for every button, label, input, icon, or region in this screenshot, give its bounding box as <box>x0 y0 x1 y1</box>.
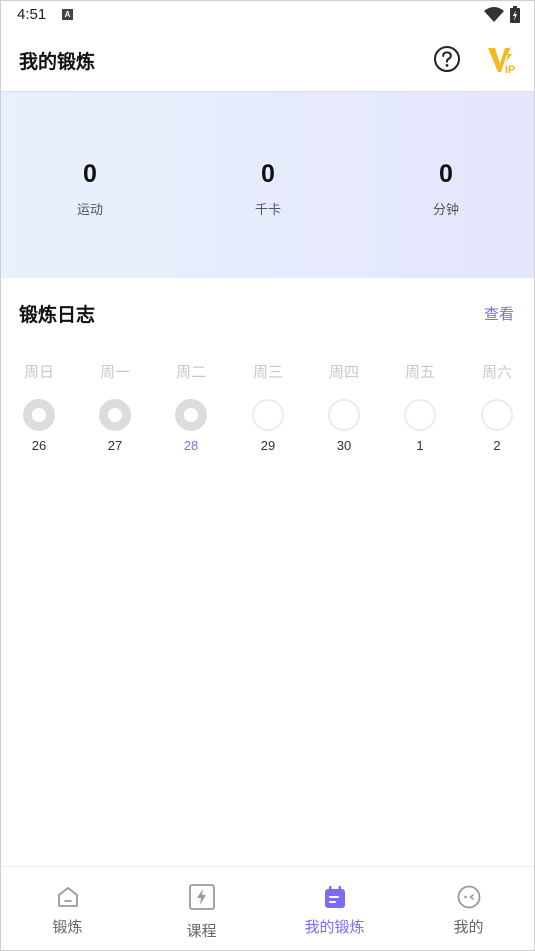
vip-badge-icon: IP <box>488 46 515 76</box>
nav-my-workout[interactable]: 我的锻炼 <box>268 867 401 950</box>
day-name: 周六 <box>481 363 512 381</box>
day-date: 29 <box>260 438 276 453</box>
app-screen: 4:51 A 我的锻炼 IP 0 运动 0 千卡 0 分钟 锻炼日志 查看 周日… <box>0 0 535 951</box>
day-status-empty <box>328 399 360 431</box>
log-title: 锻炼日志 <box>19 304 96 326</box>
day-status-done <box>99 399 131 431</box>
nav-label: 课程 <box>186 922 217 940</box>
stat-workouts: 0 运动 <box>30 160 150 218</box>
nav-label: 锻炼 <box>52 918 83 936</box>
status-bar: 4:51 A <box>1 1 534 29</box>
question-circle-icon <box>434 46 460 72</box>
wifi-icon <box>484 7 504 22</box>
day-status-empty <box>404 399 436 431</box>
stat-minutes: 0 分钟 <box>386 160 506 218</box>
day-monday[interactable]: 周一 27 <box>85 361 145 453</box>
day-status-empty <box>252 399 284 431</box>
battery-icon <box>510 6 520 23</box>
day-date-today: 28 <box>183 438 199 453</box>
day-status-empty <box>481 399 513 431</box>
stat-value: 0 <box>83 160 97 188</box>
day-date: 27 <box>107 438 123 453</box>
nav-label: 我的锻炼 <box>304 918 365 936</box>
day-friday[interactable]: 周五 1 <box>390 361 450 453</box>
day-date: 1 <box>416 438 424 453</box>
stat-value: 0 <box>439 160 453 188</box>
nav-courses[interactable]: 课程 <box>135 867 268 950</box>
vip-button[interactable]: IP <box>487 44 521 76</box>
svg-text:IP: IP <box>505 64 515 76</box>
stat-label: 千卡 <box>254 203 281 218</box>
lightning-icon <box>188 884 215 910</box>
stat-label: 运动 <box>76 203 103 218</box>
nav-profile[interactable]: 我的 <box>402 867 534 950</box>
day-thursday[interactable]: 周四 30 <box>314 361 374 453</box>
stat-label: 分钟 <box>432 203 459 218</box>
view-log-link[interactable]: 查看 <box>484 303 514 324</box>
summary-panel: 0 运动 0 千卡 0 分钟 <box>1 91 534 278</box>
day-name: 周四 <box>328 363 359 381</box>
day-sunday[interactable]: 周日 26 <box>9 361 69 453</box>
day-saturday[interactable]: 周六 2 <box>467 361 527 453</box>
day-date: 30 <box>336 438 352 453</box>
help-button[interactable] <box>433 45 461 73</box>
day-wednesday[interactable]: 周三 29 <box>238 361 298 453</box>
day-name: 周三 <box>252 363 283 381</box>
bottom-nav: 锻炼 课程 我的锻炼 我的 <box>1 866 534 950</box>
calendar-icon <box>324 886 345 908</box>
day-name: 周五 <box>404 363 435 381</box>
nav-workout[interactable]: 锻炼 <box>1 867 134 950</box>
day-name: 周一 <box>99 363 130 381</box>
day-status-done <box>23 399 55 431</box>
page-title: 我的锻炼 <box>19 51 96 73</box>
profile-icon <box>457 885 480 909</box>
status-time: 4:51 <box>17 6 47 23</box>
day-name: 周二 <box>175 363 206 381</box>
day-status-done <box>175 399 207 431</box>
day-name: 周日 <box>23 363 54 381</box>
header: 我的锻炼 IP <box>1 29 534 91</box>
day-tuesday[interactable]: 周二 28 <box>161 361 221 453</box>
home-icon <box>57 887 78 907</box>
notification-icon: A <box>62 9 73 20</box>
day-date: 2 <box>493 438 501 453</box>
nav-label: 我的 <box>453 918 484 936</box>
stat-calories: 0 千卡 <box>208 160 328 218</box>
stat-value: 0 <box>261 160 275 188</box>
day-date: 26 <box>31 438 47 453</box>
